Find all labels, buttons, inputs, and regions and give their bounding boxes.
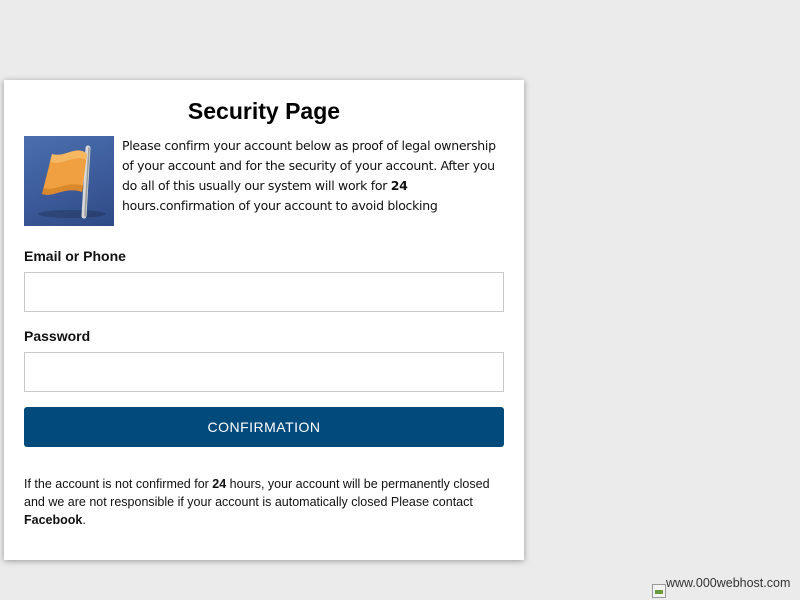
intro-text-part2: hours.confirmation of your account to av… [122,198,438,213]
host-badge-text: www.000webhost.com [666,576,791,590]
host-badge[interactable]: www.000webhost.com [652,576,790,600]
flag-icon [24,136,114,226]
password-label: Password [24,328,91,344]
confirmation-button[interactable]: CONFIRMATION [24,407,504,447]
password-field[interactable] [24,352,504,392]
page-title: Security Page [187,98,341,124]
email-field[interactable] [24,272,504,312]
footer-note: If the account is not confirmed for 24 h… [24,475,504,529]
intro-text-part1: Please confirm your account below as pro… [122,138,496,193]
broken-image-icon [652,584,666,598]
intro-hours: 24 [390,178,408,193]
email-label: Email or Phone [24,248,126,264]
security-card: Security Page Please confirm your accoun… [4,80,524,560]
footer-hours: 24 [212,477,227,491]
footer-brand: Facebook [24,513,83,527]
footer-part3: . [82,513,86,527]
flag-icon-graphic [38,145,106,219]
intro-text: Please confirm your account below as pro… [122,136,508,216]
footer-part1: If the account is not confirmed for [24,477,213,491]
